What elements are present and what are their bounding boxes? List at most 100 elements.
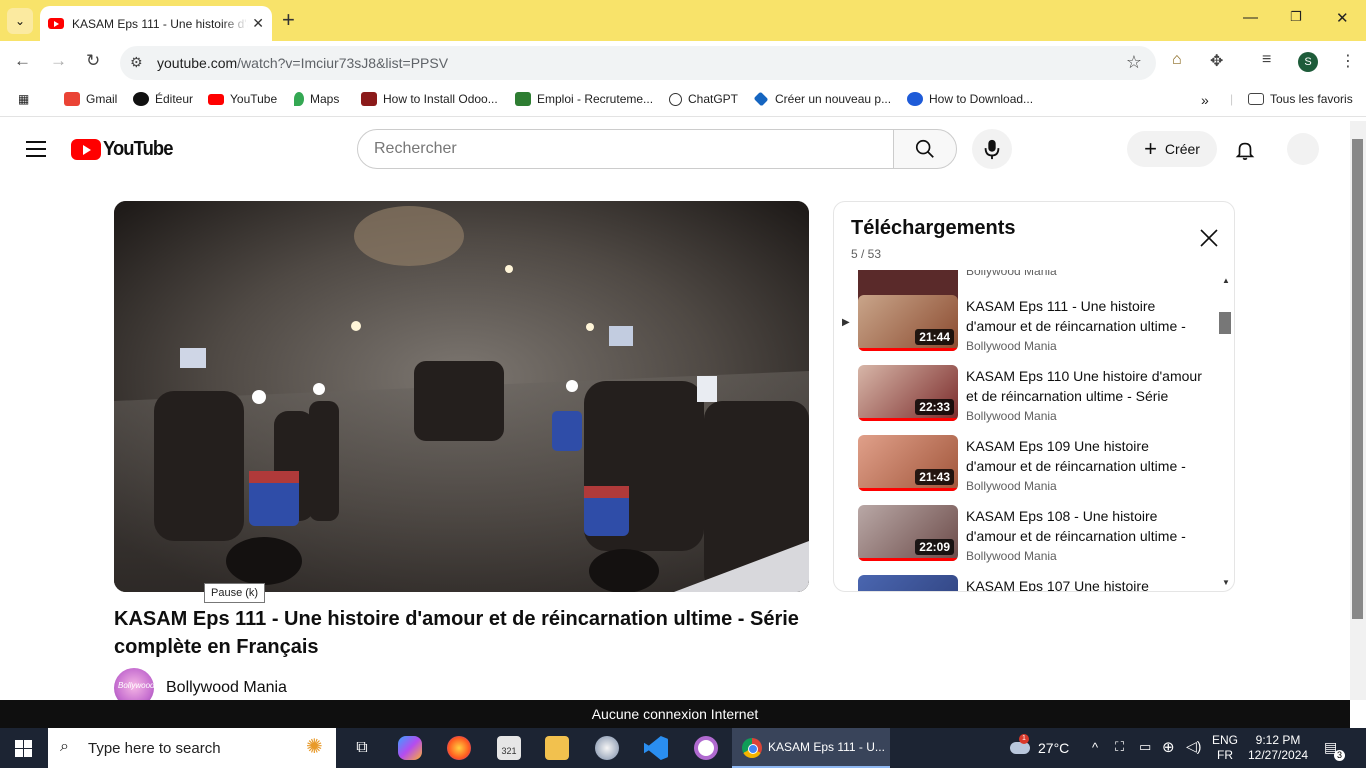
duration-badge: 21:44 [915, 329, 954, 345]
taskbar-chrome-window[interactable]: KASAM Eps 111 - U... [732, 728, 890, 768]
profile-avatar[interactable]: S [1298, 52, 1318, 72]
bookmark-label: How to Install Odoo... [383, 92, 498, 106]
search-button[interactable] [893, 129, 957, 169]
apps-grid-icon[interactable]: ▦ [18, 92, 29, 106]
close-tab-icon[interactable]: ✕ [252, 15, 264, 32]
show-hidden-icons-icon[interactable]: ^ [1092, 740, 1098, 755]
folder-icon [1248, 93, 1264, 105]
bookmark-odoo[interactable]: How to Install Odoo... [361, 92, 498, 106]
minimize-button[interactable]: — [1243, 9, 1258, 26]
channel-avatar-logo: Bollywood [118, 681, 154, 690]
windows-taskbar: ⌕ Type here to search ✺ ⧉ 321 KASAM Eps … [0, 728, 1366, 768]
youtube-logo-icon [71, 139, 101, 160]
bookmark-emploi[interactable]: Emploi - Recruteme... [515, 92, 653, 106]
playlist-item[interactable]: KASAM Eps 107 Une histoire [834, 575, 1224, 591]
network-globe-icon[interactable]: ⊕ [1162, 738, 1175, 756]
battery-icon[interactable]: ▭ [1139, 739, 1151, 755]
back-button[interactable]: ← [14, 51, 31, 71]
bookmark-label: Éditeur [155, 92, 194, 106]
tab-search-button[interactable]: ⌄ [7, 8, 33, 34]
file-explorer-icon[interactable] [545, 736, 569, 760]
more-bookmarks-icon[interactable]: » [1201, 92, 1209, 108]
site-info-icon[interactable]: ⚙ [130, 54, 143, 71]
channel-name[interactable]: Bollywood Mania [166, 679, 287, 697]
playlist-item-channel: Bollywood Mania [966, 549, 1057, 563]
weather-icon[interactable]: 1 [1006, 734, 1030, 756]
bookmark-star-icon[interactable]: ☆ [1126, 52, 1142, 73]
plus-icon: + [1144, 136, 1157, 161]
copilot-icon[interactable] [398, 736, 422, 760]
playlist-scrollbar[interactable] [1219, 312, 1231, 334]
bookmark-label: Gmail [86, 92, 118, 106]
youtube-logo-text: YouTube [103, 138, 173, 160]
forward-button[interactable]: → [50, 51, 67, 71]
media-control-icon[interactable]: ≡ [1262, 51, 1271, 69]
playlist-item[interactable]: 21:43 KASAM Eps 109 Une histoire d'amour… [834, 435, 1224, 505]
video-title: KASAM Eps 111 - Une histoire d'amour et … [114, 608, 799, 658]
bookmark-chatgpt[interactable]: ChatGPT [669, 92, 738, 106]
vscode-icon[interactable] [644, 736, 668, 760]
page-scrollbar[interactable] [1350, 121, 1366, 700]
menu-hamburger-icon[interactable] [26, 141, 46, 157]
scroll-up-arrow-icon[interactable]: ▲ [1222, 276, 1230, 285]
playlist-position: 5 / 53 [851, 247, 882, 261]
playlist-items: Bollywood Mania ▶ 21:44 KASAM Eps 111 - … [834, 270, 1224, 591]
weather-temperature[interactable]: 27°C [1038, 740, 1069, 756]
windows-start-icon[interactable] [15, 740, 32, 757]
playlist-item-title: KASAM Eps 108 - Une histoire d'amour et … [966, 508, 1186, 544]
reload-button[interactable]: ↻ [86, 51, 100, 71]
browser-tab-active[interactable]: KASAM Eps 111 - Une histoire d'amour ✕ [40, 6, 272, 41]
video-thumbnail: 21:43 [858, 435, 958, 491]
page-scrollbar-thumb[interactable] [1352, 139, 1363, 619]
bookmark-how-to-download[interactable]: How to Download... [907, 92, 1033, 106]
restore-button[interactable]: ❐ [1290, 9, 1302, 25]
notifications-bell-icon[interactable] [1234, 139, 1256, 166]
bookmark-label: Emploi - Recruteme... [537, 92, 654, 106]
address-bar[interactable]: ⚙ youtube.com/watch?v=Imciur73sJ8&list=P… [120, 46, 1156, 80]
duration-badge: 22:33 [915, 399, 954, 415]
paint-app-icon[interactable] [595, 736, 619, 760]
meet-now-icon[interactable]: ⛶ [1115, 739, 1124, 755]
close-playlist-icon[interactable] [1199, 228, 1219, 248]
record-app-icon[interactable] [694, 736, 718, 760]
language-indicator[interactable]: ENG FR [1212, 733, 1238, 763]
close-window-button[interactable]: ✕ [1336, 9, 1349, 27]
scroll-down-arrow-icon[interactable]: ▼ [1222, 578, 1230, 587]
playlist-item-channel: Bollywood Mania [966, 270, 1057, 278]
bookmark-youtube[interactable]: YouTube [208, 92, 277, 106]
taskbar-window-label: KASAM Eps 111 - U... [768, 740, 885, 754]
playlist-item-channel: Bollywood Mania [966, 409, 1057, 423]
volume-icon[interactable]: ◁) [1186, 738, 1201, 755]
video-player[interactable] [114, 201, 809, 592]
playlist-item-title: KASAM Eps 111 - Une histoire d'amour et … [966, 298, 1186, 334]
youtube-icon [208, 93, 224, 105]
duration-badge: 21:43 [915, 469, 954, 485]
search-input[interactable]: Rechercher [357, 129, 894, 169]
playlist-item-channel: Bollywood Mania [966, 339, 1057, 353]
playlist-item[interactable]: 22:33 KASAM Eps 110 Une histoire d'amour… [834, 365, 1224, 435]
account-avatar[interactable] [1287, 133, 1319, 165]
more-menu-icon[interactable]: ⋮ [1340, 51, 1356, 71]
extension-icon[interactable]: ⌂ [1172, 51, 1182, 69]
task-view-icon[interactable]: ⧉ [350, 736, 374, 760]
all-bookmarks-folder[interactable]: Tous les favoris [1248, 92, 1353, 106]
bookmarks-divider: | [1230, 92, 1234, 106]
taskbar-search-input[interactable]: ⌕ Type here to search ✺ [48, 728, 336, 768]
create-button[interactable]: + Créer [1127, 131, 1217, 167]
clock[interactable]: 9:12 PM 12/27/2024 [1248, 733, 1308, 763]
playlist-item[interactable]: ▶ 21:44 KASAM Eps 111 - Une histoire d'a… [834, 295, 1224, 365]
new-tab-button[interactable]: + [282, 8, 295, 32]
clock-time: 9:12 PM [1255, 733, 1301, 747]
bookmark-editeur[interactable]: Éditeur [133, 92, 193, 106]
youtube-logo[interactable]: YouTube [71, 138, 179, 161]
bookmark-maps[interactable]: Maps [294, 92, 339, 106]
bookmark-creer[interactable]: Créer un nouveau p... [753, 91, 891, 107]
bookmark-gmail[interactable]: Gmail [64, 92, 117, 106]
playlist-title[interactable]: Téléchargements [851, 217, 1016, 240]
clapper-app-icon[interactable]: 321 [497, 736, 521, 760]
playlist-item[interactable]: 22:09 KASAM Eps 108 - Une histoire d'amo… [834, 505, 1224, 575]
extensions-puzzle-icon[interactable]: ✥ [1210, 51, 1223, 71]
voice-search-button[interactable] [972, 129, 1012, 169]
taskbar-search-placeholder: Type here to search [88, 739, 221, 757]
firefox-icon[interactable] [447, 736, 471, 760]
